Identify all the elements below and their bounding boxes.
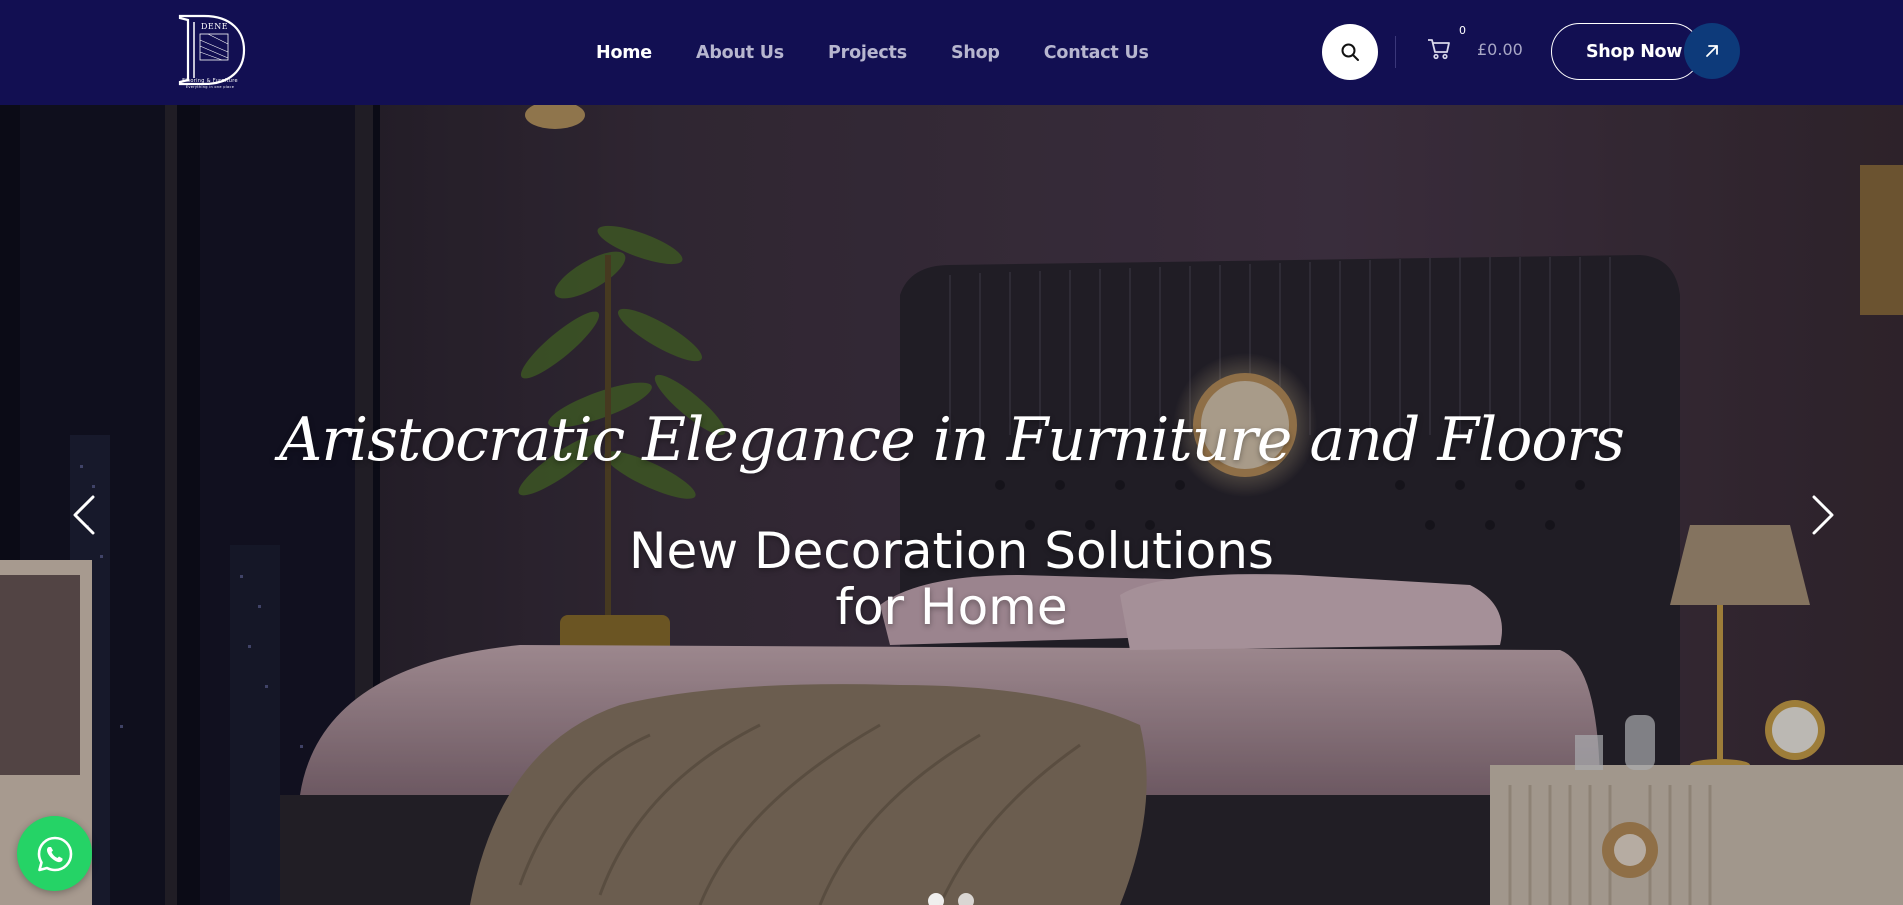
slider-dot-2[interactable] bbox=[958, 893, 974, 905]
logo-name: DENE bbox=[201, 22, 229, 31]
cart-count: 0 bbox=[1459, 24, 1466, 37]
cart-button[interactable] bbox=[1426, 36, 1456, 66]
nav-item-shop[interactable]: Shop bbox=[951, 43, 1000, 63]
cart-icon bbox=[1428, 39, 1450, 60]
shop-now-label: Shop Now bbox=[1586, 41, 1683, 62]
chevron-right-icon bbox=[1812, 495, 1834, 535]
header-divider bbox=[1395, 36, 1396, 68]
logo-subtagline: Everything in one place bbox=[185, 85, 235, 89]
slider-prev-button[interactable] bbox=[64, 485, 104, 545]
nav-item-home[interactable]: Home bbox=[596, 43, 652, 63]
site-header: DENE Flooring & Furniture Everything in … bbox=[0, 0, 1903, 105]
slider-pagination bbox=[928, 893, 974, 905]
hero-script-heading: Aristocratic Elegance in Furniture and F… bbox=[279, 405, 1625, 475]
search-icon bbox=[1341, 43, 1359, 61]
nav-item-projects[interactable]: Projects bbox=[828, 43, 907, 63]
hero-background-image bbox=[0, 105, 1903, 905]
search-button[interactable] bbox=[1322, 24, 1378, 80]
slider-dot-1[interactable] bbox=[928, 893, 944, 905]
main-nav: Home About Us Projects Shop Contact Us bbox=[596, 0, 1149, 105]
hero-title: New Decoration Solutions for Home bbox=[0, 523, 1903, 635]
arrow-up-right-icon bbox=[1706, 45, 1718, 57]
cart-total[interactable]: £0.00 bbox=[1477, 40, 1523, 59]
whatsapp-chat-button[interactable] bbox=[17, 816, 92, 891]
nav-item-about-us[interactable]: About Us bbox=[696, 43, 784, 63]
nav-item-contact-us[interactable]: Contact Us bbox=[1044, 43, 1149, 63]
hero-title-line-1: New Decoration Solutions bbox=[629, 522, 1274, 580]
logo-tagline: Flooring & Furniture bbox=[182, 78, 238, 84]
chevron-left-icon bbox=[73, 495, 95, 535]
hero-title-line-2: for Home bbox=[835, 578, 1068, 636]
shop-now-button[interactable]: Shop Now bbox=[1551, 23, 1701, 80]
hero-slider: Aristocratic Elegance in Furniture and F… bbox=[0, 105, 1903, 905]
site-logo[interactable]: DENE Flooring & Furniture Everything in … bbox=[174, 12, 246, 92]
whatsapp-icon bbox=[37, 836, 72, 871]
shop-now-arrow-button[interactable] bbox=[1684, 23, 1740, 79]
slider-next-button[interactable] bbox=[1803, 485, 1843, 545]
